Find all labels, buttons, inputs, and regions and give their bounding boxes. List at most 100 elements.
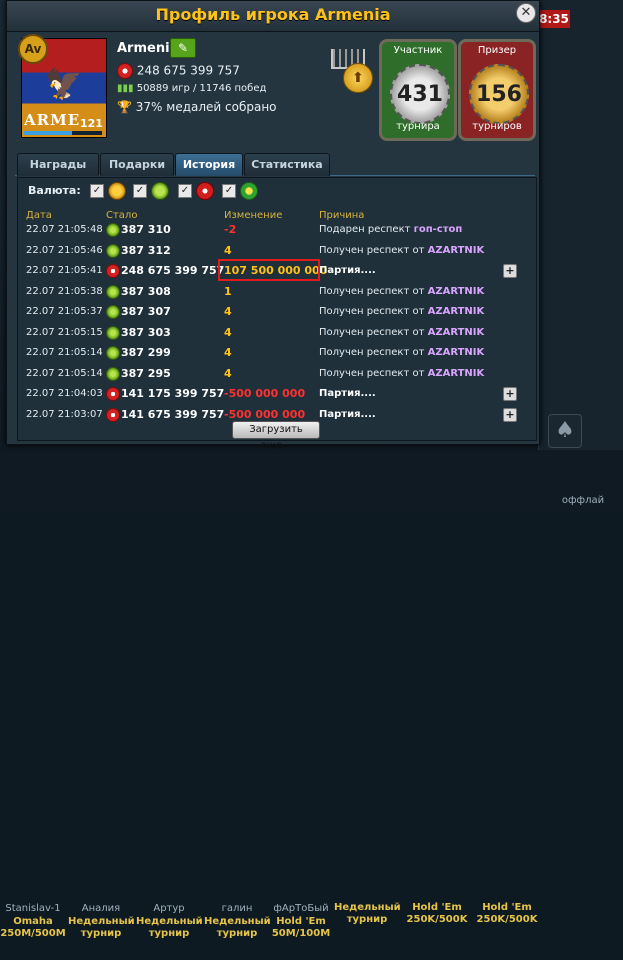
shop-cart-icon[interactable]: ⬆	[327, 43, 373, 93]
chip-icon	[106, 264, 120, 278]
tile-game: Недельный	[68, 916, 135, 927]
tile-game: Hold 'Em	[412, 902, 462, 913]
bottle-cap-icon: 156	[469, 64, 529, 124]
row-reason-text: Получен респект от	[319, 285, 425, 297]
tab-awards[interactable]: Награды	[17, 153, 99, 176]
prize-label-bottom: турниров	[472, 121, 522, 132]
table-tile[interactable]: Hold 'Em 250K/500K	[474, 902, 540, 960]
row-reason-text: Партия....	[319, 388, 376, 399]
dialog-titlebar: Профиль игрока Armenia ✕	[7, 1, 539, 32]
table-tile[interactable]: Недельный турнир	[334, 902, 401, 960]
tile-stakes: 250K/500K	[476, 914, 538, 925]
table-tile[interactable]: фАрТоБый Hold 'Em 50M/100M	[268, 902, 334, 960]
history-panel: Валюта: ✓ ✓ ✓ ✓ Дата Стало Изменение При…	[17, 177, 537, 451]
green-coin-icon	[106, 305, 120, 319]
expand-plus-button[interactable]: +	[503, 387, 517, 401]
chip-icon	[106, 407, 120, 422]
row-became: 387 310	[121, 223, 171, 236]
chips-bundle-icon	[240, 182, 258, 200]
tile-stakes: турнир	[216, 928, 258, 939]
table-row: 22.07 21:05:14 387 299 4 Получен респект от…	[18, 343, 536, 363]
currency-checkbox[interactable]: ✓	[178, 184, 192, 198]
tile-player: фАрТоБый	[273, 903, 329, 914]
rank-badge: Av	[18, 34, 48, 64]
row-became: 141 175 399 757	[121, 387, 225, 400]
row-reason-who[interactable]: AZARTNIK	[428, 347, 485, 358]
currency-checkbox[interactable]: ✓	[133, 184, 147, 198]
table-tile[interactable]: Hold 'Em 250K/500K	[404, 902, 470, 960]
row-became: 387 308	[121, 284, 171, 298]
row-reason: Получен респект от AZARTNIK	[319, 368, 484, 379]
table-row: 22.07 21:05:15 387 303 4 Получен респект от…	[18, 323, 536, 343]
row-date: 22.07 21:05:14	[26, 347, 103, 358]
medals-stats: 37% медалей собрано	[135, 100, 277, 114]
green-coin-icon	[106, 284, 120, 299]
tile-stakes: 250K/500K	[406, 914, 468, 925]
gold-coin-icon	[108, 182, 126, 200]
row-became: 387 295	[121, 366, 171, 380]
green-coin-icon	[106, 346, 120, 360]
level-progress-fill	[24, 131, 73, 135]
row-reason-text: Получен респект от	[319, 244, 425, 256]
trophy-icon: 🏆	[117, 100, 132, 114]
eagle-icon: 🦅	[45, 67, 83, 102]
player-profile-dialog: Профиль игрока Armenia ✕ 🦅 ARME 121 Av A…	[6, 0, 540, 451]
row-date: 22.07 21:05:15	[26, 326, 103, 338]
tile-player: Артур	[153, 903, 185, 914]
table-tile[interactable]: Аналия Недельный турнир	[68, 902, 135, 960]
table-row: 22.07 21:05:14 387 295 4 Получен респект от…	[18, 364, 536, 384]
row-became: 141 675 399 757	[121, 407, 225, 421]
tile-stakes: 250M/500M	[0, 928, 66, 939]
games-line: ▮▮▮ 50889 игр / 11746 побед	[117, 83, 266, 94]
expand-plus-button[interactable]: +	[503, 264, 517, 278]
tile-player: Аналия	[81, 903, 121, 914]
row-became: 387 307	[121, 305, 171, 318]
expand-plus-button[interactable]: +	[503, 407, 517, 422]
currency-checkbox[interactable]: ✓	[222, 184, 236, 198]
row-reason-text: Получен респект от	[319, 306, 425, 317]
chip-icon	[106, 387, 120, 401]
prize-tournaments-card: Призер 156 турниров	[458, 39, 536, 141]
tab-statistics[interactable]: Статистика	[244, 153, 330, 176]
row-reason-who[interactable]: гоп-стоп	[414, 224, 463, 235]
participant-label-bottom: турнира	[396, 121, 440, 132]
row-change: 4	[224, 346, 232, 359]
currency-checkbox[interactable]: ✓	[90, 184, 104, 198]
load-more-button[interactable]: Загрузить еще...	[232, 421, 320, 451]
tab-gifts[interactable]: Подарки	[100, 153, 174, 176]
row-reason-who[interactable]: AZARTNIK	[428, 368, 485, 379]
table-tile[interactable]: Stanislav-1 Omaha 250M/500M	[0, 902, 66, 960]
tile-player: галин	[221, 903, 253, 914]
games-stats: 50889 игр / 11746 побед	[136, 83, 267, 94]
row-reason: Получен респект от AZARTNIK	[319, 245, 484, 256]
row-change: 4	[224, 366, 232, 380]
tile-stakes: турнир	[346, 914, 388, 925]
table-row: 22.07 21:04:03 141 175 399 757 -500 000 00…	[18, 384, 536, 404]
tile-player: оффлай	[561, 495, 605, 506]
row-reason: Получен респект от AZARTNIK	[319, 347, 484, 358]
table-tile[interactable]: галин Недельный турнир	[204, 902, 271, 960]
table-row: 22.07 21:05:37 387 307 4 Получен респект от…	[18, 302, 536, 322]
row-reason-who[interactable]: AZARTNIK	[428, 327, 485, 338]
medals-line: 🏆 37% медалей собрано	[117, 100, 277, 114]
row-reason-who[interactable]: AZARTNIK	[428, 306, 485, 317]
table-row: 22.07 21:05:46 387 312 4 Получен респект от…	[18, 241, 536, 261]
green-coin-icon	[151, 182, 169, 200]
row-reason-text: Получен респект от	[319, 326, 425, 338]
highlight-box	[218, 259, 320, 281]
coin-icon: ⬆	[343, 63, 373, 93]
row-reason-who[interactable]: AZARTNIK	[428, 286, 485, 297]
edit-pencil-icon[interactable]: ✎	[170, 38, 196, 58]
tab-history[interactable]: История	[175, 153, 243, 176]
table-tile[interactable]: оффлай	[550, 494, 616, 552]
row-date: 22.07 21:05:38	[26, 285, 103, 297]
row-reason-who[interactable]: AZARTNIK	[428, 245, 485, 256]
table-tile[interactable]: Артур Недельный турнир	[136, 902, 203, 960]
table-row: 22.07 21:05:38 387 308 1 Получен респект от…	[18, 282, 536, 302]
row-change: 1	[224, 284, 232, 298]
close-button[interactable]: ✕	[516, 3, 536, 23]
row-became: 248 675 399 757	[121, 264, 225, 277]
spade-icon[interactable]: ♠	[548, 414, 582, 448]
tile-game: Omaha	[13, 916, 53, 927]
chip-icon	[196, 182, 214, 200]
